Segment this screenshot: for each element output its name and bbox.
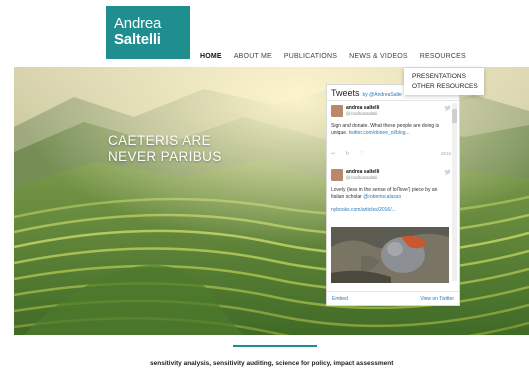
site-logo[interactable]: Andrea Saltelli: [106, 6, 190, 59]
view-on-twitter-link[interactable]: View on Twitter: [420, 296, 454, 302]
nav-resources[interactable]: RESOURCES: [420, 53, 466, 60]
tweet-date[interactable]: 2016: [441, 151, 451, 156]
hero-tagline-line1: CAETERIS ARE: [108, 133, 212, 148]
twitter-widget-footer: Embed View on Twitter: [327, 291, 459, 305]
retweet-icon[interactable]: ↻: [345, 151, 349, 157]
tweet[interactable]: andrea saltelli @AndreaSalteli Sign and …: [331, 105, 451, 167]
tweet-photo[interactable]: [331, 227, 449, 283]
hero-tagline-line2: NEVER PARIBUS: [108, 149, 222, 164]
nav-about-me[interactable]: ABOUT ME: [234, 53, 272, 60]
tweet[interactable]: andrea saltelli @AndreaSalteli Lovely (l…: [331, 169, 451, 291]
dropdown-item-presentations[interactable]: PRESENTATIONS: [412, 72, 476, 82]
twitter-bird-icon: [444, 105, 451, 111]
twitter-widget-title: Tweets: [331, 88, 360, 98]
tweet-photo-image: [331, 227, 449, 283]
tweet-link[interactable]: nybooks.com/articles/2016/...: [331, 207, 396, 213]
tweet-text: Sign and donate. What these people are d…: [331, 123, 449, 136]
avatar[interactable]: [331, 169, 343, 181]
tweet-text: Lovely (less in the sense of lol'love') …: [331, 187, 449, 213]
tweet-mention[interactable]: @robertocalasso: [363, 194, 401, 200]
nav-home[interactable]: HOME: [200, 53, 222, 60]
nav-publications[interactable]: PUBLICATIONS: [284, 53, 337, 60]
embed-link[interactable]: Embed: [332, 296, 348, 302]
twitter-bird-icon: [444, 169, 451, 175]
reply-icon[interactable]: ↩: [331, 151, 335, 157]
tweet-actions: ↩ ↻ ♡: [331, 151, 364, 157]
twitter-widget: Tweets by @AndreaSalte andrea saltelli @…: [326, 84, 460, 306]
like-icon[interactable]: ♡: [359, 151, 363, 157]
main-nav: HOME ABOUT ME PUBLICATIONS NEWS & VIDEOS…: [200, 53, 466, 60]
twitter-widget-by[interactable]: by @AndreaSalte: [363, 92, 402, 98]
logo-last-name: Saltelli: [114, 31, 161, 48]
hero-tagline: CAETERIS ARE NEVER PARIBUS: [108, 133, 222, 165]
logo-first-name: Andrea: [114, 15, 162, 32]
tweet-link[interactable]: twitter.com/donee_nl/blog...: [349, 130, 410, 136]
dropdown-item-other-resources[interactable]: OTHER RESOURCES: [412, 82, 478, 92]
scrollbar-thumb[interactable]: [452, 109, 457, 123]
twitter-widget-scrollbar[interactable]: [452, 103, 457, 281]
tweet-author-handle[interactable]: @AndreaSalteli: [346, 111, 377, 116]
avatar[interactable]: [331, 105, 343, 117]
tweet-author-handle[interactable]: @AndreaSalteli: [346, 175, 377, 180]
section-divider: [233, 345, 317, 347]
nav-news-videos[interactable]: NEWS & VIDEOS: [349, 53, 408, 60]
research-keywords: sensitivity analysis, sensitivity auditi…: [150, 360, 394, 367]
resources-dropdown: PRESENTATIONS OTHER RESOURCES: [404, 68, 484, 95]
